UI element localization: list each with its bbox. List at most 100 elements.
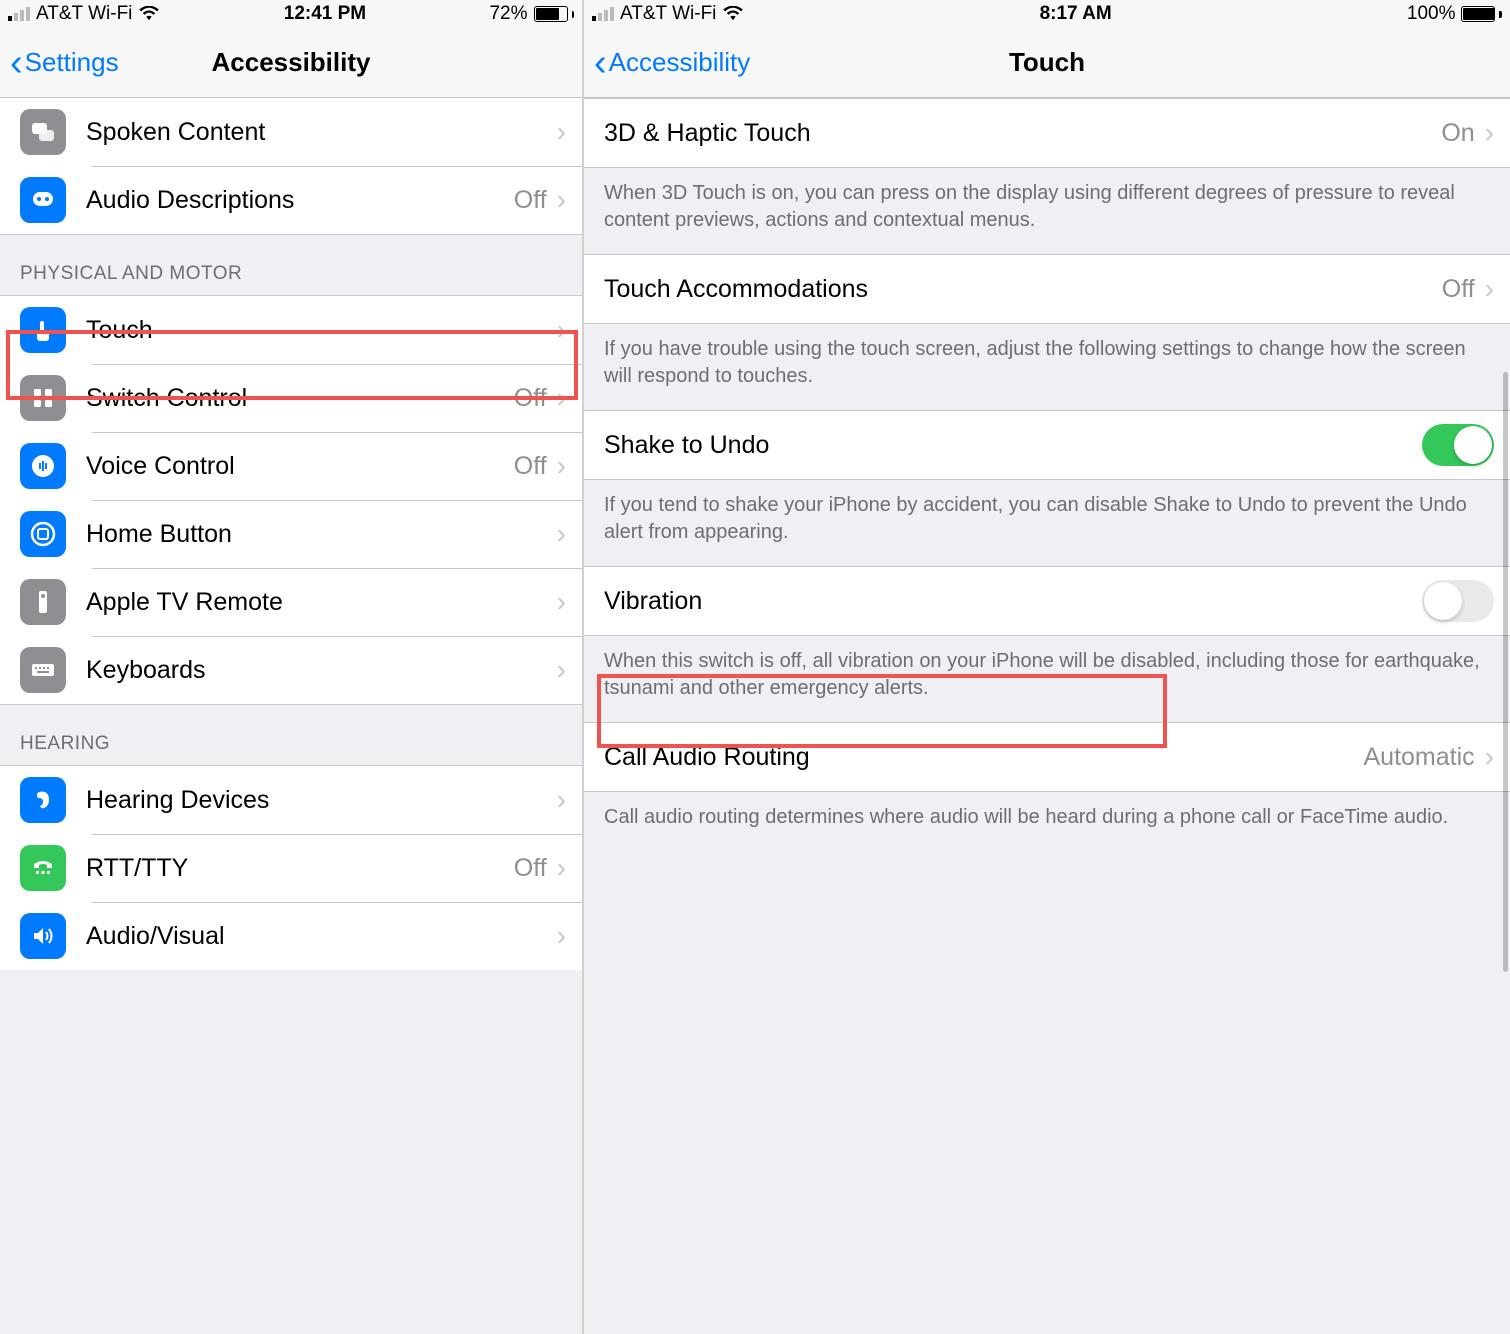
chevron-right-icon: › [1485, 741, 1494, 773]
row-3d-haptic-touch[interactable]: 3D & Haptic Touch On › [584, 99, 1510, 167]
row-label: 3D & Haptic Touch [604, 119, 1441, 148]
row-label: Vibration [604, 587, 1422, 616]
row-value: On [1441, 119, 1474, 148]
row-label: Call Audio Routing [604, 743, 1364, 772]
row-vibration[interactable]: Vibration [584, 567, 1510, 635]
row-label: Home Button [86, 520, 557, 549]
chevron-right-icon: › [557, 450, 566, 482]
row-voice-control[interactable]: Voice Control Off › [0, 432, 582, 500]
row-label: Audio/Visual [86, 922, 557, 951]
footer-touch-accommodations: If you have trouble using the touch scre… [584, 324, 1510, 410]
chevron-right-icon: › [557, 382, 566, 414]
group-shake-undo: Shake to Undo [584, 410, 1510, 480]
scrollbar[interactable] [1503, 372, 1508, 972]
chevron-right-icon: › [557, 314, 566, 346]
group-speech: Spoken Content › Audio Descriptions Off … [0, 98, 582, 235]
chevron-right-icon: › [557, 586, 566, 618]
battery-percent: 72% [489, 3, 527, 25]
group-touch-accommodations: Touch Accommodations Off › [584, 254, 1510, 324]
status-bar: AT&T Wi-Fi 8:17 AM 100% [584, 0, 1510, 28]
row-touch-accommodations[interactable]: Touch Accommodations Off › [584, 255, 1510, 323]
clock: 8:17 AM [1040, 3, 1112, 25]
row-switch-control[interactable]: Switch Control Off › [0, 364, 582, 432]
ear-icon [20, 777, 66, 823]
row-label: Voice Control [86, 452, 514, 481]
row-value: Off [514, 452, 547, 481]
row-value: Off [514, 384, 547, 413]
row-label: Keyboards [86, 656, 557, 685]
chevron-right-icon: › [557, 920, 566, 952]
battery-percent: 100% [1407, 3, 1456, 25]
row-label: Audio Descriptions [86, 186, 514, 215]
chevron-right-icon: › [557, 654, 566, 686]
tty-icon [20, 845, 66, 891]
row-label: Hearing Devices [86, 786, 557, 815]
row-label: Shake to Undo [604, 431, 1422, 460]
footer-3d-touch: When 3D Touch is on, you can press on th… [584, 168, 1510, 254]
row-label: RTT/TTY [86, 854, 514, 883]
row-touch[interactable]: Touch › [0, 296, 582, 364]
chevron-right-icon: › [557, 184, 566, 216]
row-value: Off [514, 854, 547, 883]
back-button[interactable]: ‹ Accessibility [584, 44, 750, 82]
wifi-icon [138, 6, 160, 22]
speaker-icon [20, 913, 66, 959]
row-shake-to-undo[interactable]: Shake to Undo [584, 411, 1510, 479]
group-physical: Touch › Switch Control Off › Voice Contr… [0, 295, 582, 705]
group-3d-touch: 3D & Haptic Touch On › [584, 98, 1510, 168]
toggle-vibration[interactable] [1422, 580, 1494, 622]
row-rtt-tty[interactable]: RTT/TTY Off › [0, 834, 582, 902]
section-header-physical: PHYSICAL AND MOTOR [0, 235, 582, 295]
back-label: Accessibility [609, 47, 751, 78]
carrier-label: AT&T Wi-Fi [620, 3, 716, 25]
row-label: Touch Accommodations [604, 275, 1442, 304]
nav-bar: ‹ Accessibility Touch [584, 28, 1510, 98]
battery-icon [534, 6, 575, 22]
carrier-label: AT&T Wi-Fi [36, 3, 132, 25]
remote-icon [20, 579, 66, 625]
status-bar: AT&T Wi-Fi 12:41 PM 72% [0, 0, 582, 28]
caption-bubble-icon [20, 177, 66, 223]
group-vibration: Vibration [584, 566, 1510, 636]
screen-touch: AT&T Wi-Fi 8:17 AM 100% ‹ Accessibility … [584, 0, 1510, 1334]
speech-bubbles-icon [20, 109, 66, 155]
row-keyboards[interactable]: Keyboards › [0, 636, 582, 704]
voice-bubble-icon [20, 443, 66, 489]
cell-signal-icon [8, 7, 30, 21]
row-home-button[interactable]: Home Button › [0, 500, 582, 568]
hand-tap-icon [20, 307, 66, 353]
chevron-right-icon: › [1485, 273, 1494, 305]
chevron-left-icon: ‹ [10, 44, 23, 82]
group-call-audio: Call Audio Routing Automatic › [584, 722, 1510, 792]
row-label: Switch Control [86, 384, 514, 413]
footer-shake-undo: If you tend to shake your iPhone by acci… [584, 480, 1510, 566]
chevron-left-icon: ‹ [594, 44, 607, 82]
row-value: Automatic [1364, 743, 1475, 772]
group-hearing: Hearing Devices › RTT/TTY Off › Audio/Vi… [0, 765, 582, 970]
chevron-right-icon: › [557, 116, 566, 148]
row-apple-tv-remote[interactable]: Apple TV Remote › [0, 568, 582, 636]
row-label: Touch [86, 316, 557, 345]
row-spoken-content[interactable]: Spoken Content › [0, 98, 582, 166]
screen-accessibility: AT&T Wi-Fi 12:41 PM 72% ‹ Settings Acces… [0, 0, 584, 1334]
row-audio-descriptions[interactable]: Audio Descriptions Off › [0, 166, 582, 234]
chevron-right-icon: › [557, 518, 566, 550]
back-button[interactable]: ‹ Settings [0, 44, 119, 82]
cell-signal-icon [592, 7, 614, 21]
section-header-hearing: HEARING [0, 705, 582, 765]
row-label: Apple TV Remote [86, 588, 557, 617]
footer-call-audio: Call audio routing determines where audi… [584, 792, 1510, 851]
row-hearing-devices[interactable]: Hearing Devices › [0, 766, 582, 834]
row-call-audio-routing[interactable]: Call Audio Routing Automatic › [584, 723, 1510, 791]
keyboard-icon [20, 647, 66, 693]
row-value: Off [1442, 275, 1475, 304]
nav-bar: ‹ Settings Accessibility [0, 28, 582, 98]
clock: 12:41 PM [284, 3, 366, 25]
row-audio-visual[interactable]: Audio/Visual › [0, 902, 582, 970]
home-button-icon [20, 511, 66, 557]
battery-icon [1461, 6, 1502, 22]
toggle-shake-to-undo[interactable] [1422, 424, 1494, 466]
chevron-right-icon: › [1485, 117, 1494, 149]
wifi-icon [722, 6, 744, 22]
row-value: Off [514, 186, 547, 215]
